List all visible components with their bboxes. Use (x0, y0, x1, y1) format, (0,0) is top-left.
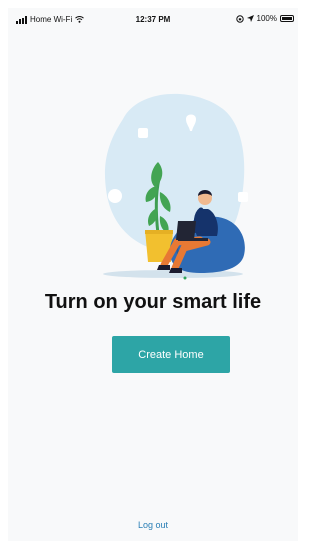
orientation-lock-icon (235, 14, 244, 23)
battery-label: 100% (256, 14, 277, 23)
battery-icon (280, 15, 294, 22)
page-title: Turn on your smart life (44, 291, 262, 313)
person-on-beanbag-with-laptop-illustration (103, 93, 248, 280)
status-right: 100% (235, 14, 294, 23)
status-bar: Home Wi-Fi 12:37 PM 100% (8, 8, 298, 32)
create-home-button[interactable]: Create Home (112, 336, 230, 373)
app-screen: Home Wi-Fi 12:37 PM 100% Turn on your sm… (8, 8, 298, 541)
log-out-link[interactable]: Log out (8, 520, 298, 530)
device-frame: Home Wi-Fi 12:37 PM 100% Turn on your sm… (0, 0, 306, 549)
battery-fill (282, 17, 292, 20)
location-arrow-icon (246, 15, 254, 22)
